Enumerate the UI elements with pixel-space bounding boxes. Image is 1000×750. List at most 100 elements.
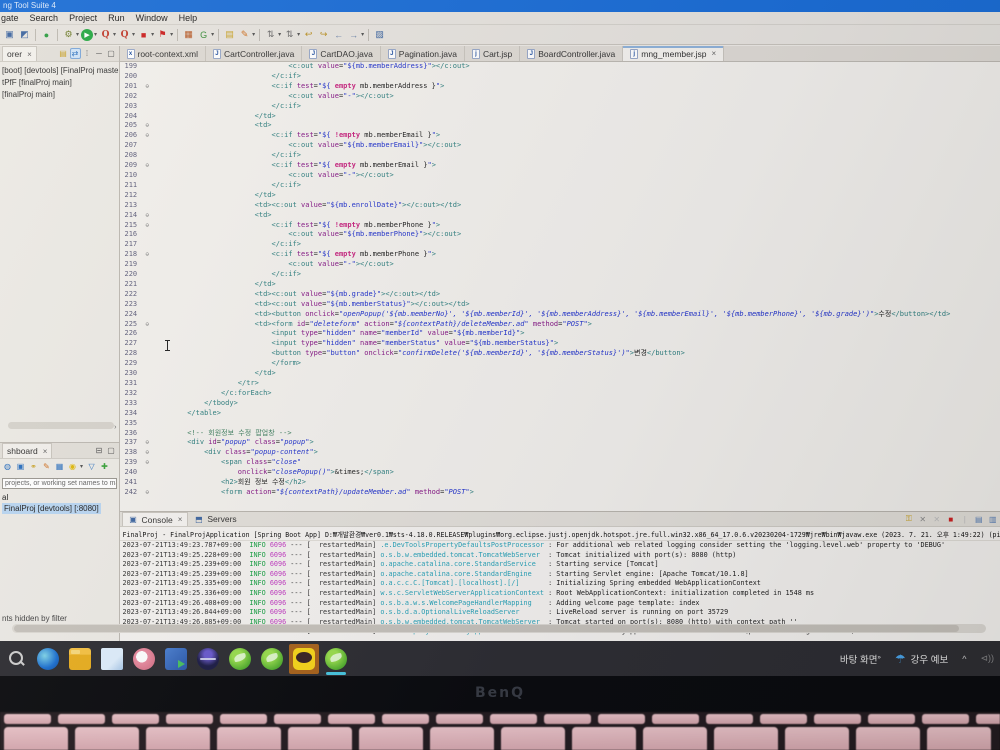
toolbar-icon[interactable]: G	[197, 28, 210, 41]
menu-item-help[interactable]: Help	[179, 13, 198, 23]
dashboard-toolbar-icon[interactable]: ⚭	[28, 461, 39, 472]
dashboard-toolbar-icon[interactable]: ✚	[99, 461, 110, 472]
toolbar-icon[interactable]: ↪	[317, 28, 330, 41]
window-titlebar[interactable]: ng Tool Suite 4	[0, 0, 1000, 12]
menu-item-project[interactable]: Project	[69, 13, 97, 23]
toolbar-icon[interactable]: ⚑	[156, 28, 169, 41]
taskbar-icon-eclipse[interactable]	[197, 648, 219, 670]
toolbar-icon[interactable]: ⇅	[264, 28, 277, 41]
console-log[interactable]: 2023-07-21T13:49:23.787+09:00 INFO 6096 …	[120, 541, 1000, 637]
toolbar-icon[interactable]: ▦	[182, 28, 195, 41]
console-toolbar-icon[interactable]: ✕	[917, 514, 928, 525]
taskbar-icon-spring[interactable]	[261, 648, 283, 670]
dropdown-caret-icon[interactable]: ▾	[252, 31, 255, 38]
menu-item-gate[interactable]: gate	[1, 13, 19, 23]
editor-tab-cart-jsp[interactable]: jCart.jsp	[465, 46, 520, 61]
dropdown-caret-icon[interactable]: ▾	[361, 31, 364, 38]
toolbar-icon[interactable]: ▶	[81, 29, 93, 41]
explorer-toolbar-icon[interactable]: ▤	[58, 48, 69, 59]
editor-tab-cartcontroller-java[interactable]: JCartController.java	[206, 46, 302, 61]
dropdown-caret-icon[interactable]: ▾	[132, 31, 135, 38]
toolbar-icon[interactable]: ◩	[18, 28, 31, 41]
dropdown-caret-icon[interactable]: ▾	[80, 463, 83, 470]
taskbar-icon-paint[interactable]	[133, 648, 155, 670]
console-tab-console[interactable]: ▣Console×	[122, 512, 189, 526]
taskbar-icon-spring[interactable]	[229, 648, 251, 670]
menu-item-run[interactable]: Run	[108, 13, 125, 23]
explorer-toolbar-icon[interactable]: ⇄	[70, 48, 81, 59]
weather-widget[interactable]: ☂ 강우 예보	[895, 652, 948, 666]
taskbar-icon-search[interactable]	[5, 648, 27, 670]
dashboard-toolbar-icon[interactable]: ✎	[41, 461, 52, 472]
dropdown-caret-icon[interactable]: ▾	[297, 31, 300, 38]
toolbar-icon[interactable]: ▨	[373, 28, 386, 41]
dashboard-toolbar-icon[interactable]: ▽	[86, 461, 97, 472]
close-icon[interactable]: ×	[43, 447, 48, 456]
toolbar-icon[interactable]: →	[347, 28, 360, 41]
taskbar-icon-whale[interactable]	[37, 648, 59, 670]
editor-tab-cartdao-java[interactable]: JCartDAO.java	[302, 46, 380, 61]
taskbar-icon-explorer[interactable]	[69, 648, 91, 670]
boot-dashboard-item[interactable]: FinalProj [devtools] [:8080]	[2, 503, 101, 514]
dropdown-caret-icon[interactable]: ▾	[170, 31, 173, 38]
toolbar-icon[interactable]: ■	[137, 28, 150, 41]
editor-tab-mng_member-jsp[interactable]: jmng_member.jsp×	[623, 46, 724, 61]
menu-item-window[interactable]: Window	[136, 13, 168, 23]
dashboard-toolbar-icon[interactable]: ▦	[54, 461, 65, 472]
close-icon[interactable]: ×	[178, 515, 183, 524]
dropdown-caret-icon[interactable]: ▾	[278, 31, 281, 38]
explorer-toolbar-icon[interactable]: ▢	[106, 48, 117, 59]
project-tree-item[interactable]: tPfF [finalProj main]	[2, 77, 119, 89]
dropdown-caret-icon[interactable]: ▾	[151, 31, 154, 38]
editor-tab-root-context-xml[interactable]: xroot-context.xml	[120, 46, 206, 61]
tab-package-explorer[interactable]: orer ×	[2, 46, 37, 61]
desktop-toggle[interactable]: 바탕 화면»	[840, 652, 881, 666]
explorer-toolbar-icon[interactable]: ⁞	[82, 48, 93, 59]
taskbar-icon-media[interactable]	[165, 648, 187, 670]
toolbar-icon[interactable]: ↩	[302, 28, 315, 41]
editor-tab-pagination-java[interactable]: JPagination.java	[381, 46, 465, 61]
console-toolbar-icon[interactable]: ▥	[987, 514, 998, 525]
explorer-toolbar-icon[interactable]: ─	[94, 48, 105, 59]
taskbar-icon-kakao[interactable]	[289, 644, 319, 674]
project-tree-item[interactable]: [finalProj main]	[2, 89, 119, 101]
tray-expand-chevron[interactable]: ^	[962, 654, 966, 664]
toolbar-icon[interactable]: ←	[332, 28, 345, 41]
toolbar-icon[interactable]: Q	[99, 28, 112, 41]
dropdown-caret-icon[interactable]: ▾	[94, 31, 97, 38]
dashboard-toolbar-icon[interactable]: ◍	[2, 461, 13, 472]
toolbar-icon[interactable]: ⇅	[283, 28, 296, 41]
console-toolbar-icon[interactable]: |	[959, 514, 970, 525]
console-toolbar-icon[interactable]: ▤	[973, 514, 984, 525]
tab-boot-dashboard[interactable]: shboard ×	[2, 443, 52, 458]
toolbar-icon[interactable]: ⚙	[62, 28, 75, 41]
dashboard-filter-input[interactable]: projects, or working set names to mat	[2, 478, 117, 489]
project-tree-item[interactable]: [boot] [devtools] [FinalProj maste	[2, 65, 119, 77]
close-icon[interactable]: ×	[711, 49, 716, 58]
toolbar-icon[interactable]: ▤	[223, 28, 236, 41]
tray-icons-cut[interactable]: ⊲))	[980, 653, 994, 664]
editor-hscrollbar[interactable]	[12, 624, 986, 633]
dropdown-caret-icon[interactable]: ▾	[211, 31, 214, 38]
scroll-right-arrow[interactable]: ›	[114, 424, 116, 431]
dashboard-toolbar-icon[interactable]: ◉	[67, 461, 78, 472]
console-toolbar-icon[interactable]: ■	[945, 514, 956, 525]
boot-dashboard-item[interactable]: al	[2, 492, 119, 503]
console-toolbar-icon[interactable]: ✕	[931, 514, 942, 525]
code-editor[interactable]: 199 <c:out value="${mb.memberAddress}"><…	[120, 62, 1000, 511]
toolbar-icon[interactable]: ●	[40, 28, 53, 41]
console-toolbar-icon[interactable]: ⚿	[903, 514, 914, 525]
panel-window-icon[interactable]: ▢	[106, 445, 117, 456]
dropdown-caret-icon[interactable]: ▾	[76, 31, 79, 38]
console-tab-servers[interactable]: ⬒Servers	[188, 512, 241, 526]
toolbar-icon[interactable]: ▣	[3, 28, 16, 41]
dashboard-toolbar-icon[interactable]: ▣	[15, 461, 26, 472]
explorer-hscrollbar[interactable]	[8, 422, 114, 429]
taskbar-icon-spring-run[interactable]	[325, 648, 347, 670]
taskbar-icon-notepad[interactable]	[101, 648, 123, 670]
menu-item-search[interactable]: Search	[30, 13, 59, 23]
project-tree[interactable]: [boot] [devtools] [FinalProj mastetPfF […	[0, 62, 119, 101]
panel-window-icon[interactable]: ⊟	[94, 445, 105, 456]
editor-tab-boardcontroller-java[interactable]: JBoardController.java	[520, 46, 623, 61]
dropdown-caret-icon[interactable]: ▾	[113, 31, 116, 38]
